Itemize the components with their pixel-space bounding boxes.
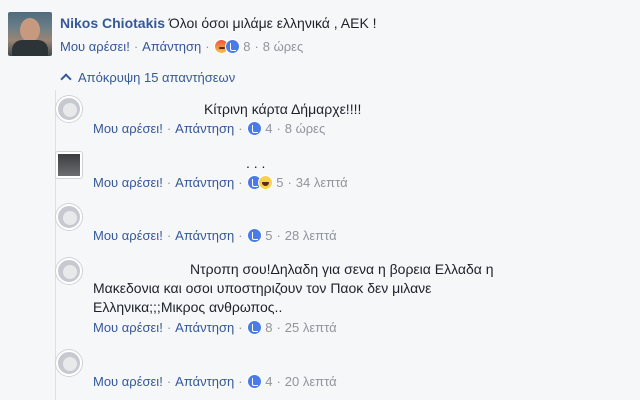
- separator: ·: [166, 374, 172, 389]
- haha-reaction-icon[interactable]: [257, 175, 273, 190]
- separator: ·: [238, 320, 243, 335]
- avatar[interactable]: [8, 12, 52, 56]
- like-button[interactable]: Μου αρέσει!: [93, 121, 163, 136]
- avatar[interactable]: [56, 204, 82, 230]
- avatar-placeholder: [63, 103, 77, 117]
- reply-text-line-3: Ελληνικα;;;Μικρος ανθρωπος..: [93, 299, 283, 315]
- reply-button[interactable]: Απάντηση: [175, 320, 234, 335]
- separator: ·: [254, 39, 259, 54]
- like-reaction-icon[interactable]: [246, 121, 262, 136]
- reply-button[interactable]: Απάντηση: [175, 121, 234, 136]
- separator: ·: [238, 121, 243, 136]
- avatar[interactable]: [56, 96, 82, 122]
- like-reaction-icon[interactable]: [246, 228, 262, 243]
- reply-actions: Μου αρέσει! · Απάντηση · 4 · 8 ώρες: [93, 121, 325, 137]
- separator: ·: [166, 175, 172, 190]
- reply-actions: Μου αρέσει! · Απάντηση · 5 · 34 λεπτά: [93, 175, 348, 191]
- like-reaction-icon[interactable]: [246, 320, 262, 335]
- separator: ·: [166, 320, 172, 335]
- reply-time[interactable]: 8 ώρες: [285, 121, 325, 136]
- separator: ·: [276, 228, 281, 243]
- like-button[interactable]: Μου αρέσει!: [93, 374, 163, 389]
- top-comment: Nikos Chiotakis Όλοι όσοι μιλάμε ελληνικ…: [8, 8, 628, 60]
- separator: ·: [166, 228, 172, 243]
- avatar[interactable]: [56, 152, 82, 178]
- reply-time[interactable]: 25 λεπτά: [285, 320, 337, 335]
- separator: ·: [287, 175, 292, 190]
- comment-author[interactable]: Nikos Chiotakis: [60, 15, 165, 31]
- reply-button[interactable]: Απάντηση: [175, 175, 234, 190]
- comment-text: Όλοι όσοι μιλάμε ελληνικά , ΑΕΚ !: [168, 15, 377, 31]
- like-button[interactable]: Μου αρέσει!: [93, 175, 163, 190]
- reply-actions: Μου αρέσει! · Απάντηση · 8 · 25 λεπτά: [93, 320, 337, 336]
- hide-replies-link[interactable]: Απόκρυψη 15 απαντήσεων: [60, 70, 236, 86]
- reply-time[interactable]: 20 λεπτά: [285, 374, 337, 389]
- separator: ·: [205, 39, 210, 54]
- reply-button[interactable]: Απάντηση: [142, 39, 201, 54]
- separator: ·: [166, 121, 172, 136]
- thread-line: [55, 90, 56, 400]
- reply-time[interactable]: 28 λεπτά: [285, 228, 337, 243]
- avatar-placeholder: [63, 211, 77, 225]
- reply-actions: Μου αρέσει! · Απάντηση · 5 · 28 λεπτά: [93, 228, 337, 244]
- separator: ·: [238, 228, 243, 243]
- comment-actions: Μου αρέσει! · Απάντηση · 8 · 8 ώρες: [60, 39, 303, 55]
- comment-body: Nikos Chiotakis Όλοι όσοι μιλάμε ελληνικ…: [60, 14, 377, 32]
- reply-text-line-1: Ντροπη σου!Δηλαδη για σενα η βορεια Ελλα…: [190, 261, 494, 277]
- like-button[interactable]: Μου αρέσει!: [93, 228, 163, 243]
- like-reaction-icon[interactable]: [224, 39, 240, 54]
- reply-text: Κίτρινη κάρτα Δήμαρχε!!!!: [204, 101, 362, 117]
- hide-replies-label: Απόκρυψη 15 απαντήσεων: [78, 70, 236, 85]
- like-button[interactable]: Μου αρέσει!: [60, 39, 130, 54]
- reply-button[interactable]: Απάντηση: [175, 228, 234, 243]
- separator: ·: [276, 374, 281, 389]
- separator: ·: [238, 374, 243, 389]
- avatar[interactable]: [56, 258, 82, 284]
- comment-time[interactable]: 8 ώρες: [263, 39, 303, 54]
- avatar-face: [20, 18, 40, 42]
- separator: ·: [133, 39, 139, 54]
- reply-button[interactable]: Απάντηση: [175, 374, 234, 389]
- separator: ·: [276, 320, 281, 335]
- reply-actions: Μου αρέσει! · Απάντηση · 4 · 20 λεπτά: [93, 374, 337, 390]
- chevron-up-icon: [60, 73, 72, 85]
- reply-time[interactable]: 34 λεπτά: [296, 175, 348, 190]
- reply-text: . . .: [246, 155, 266, 171]
- avatar-placeholder: [63, 265, 77, 279]
- like-reaction-icon[interactable]: [246, 374, 262, 389]
- avatar-placeholder: [63, 357, 77, 371]
- avatar-shirt: [12, 40, 48, 56]
- like-button[interactable]: Μου αρέσει!: [93, 320, 163, 335]
- separator: ·: [276, 121, 281, 136]
- avatar[interactable]: [56, 350, 82, 376]
- separator: ·: [238, 175, 243, 190]
- reply-text-line-2: Μακεδονια και οσοι υποστηριζουν τον Παοκ…: [93, 280, 432, 296]
